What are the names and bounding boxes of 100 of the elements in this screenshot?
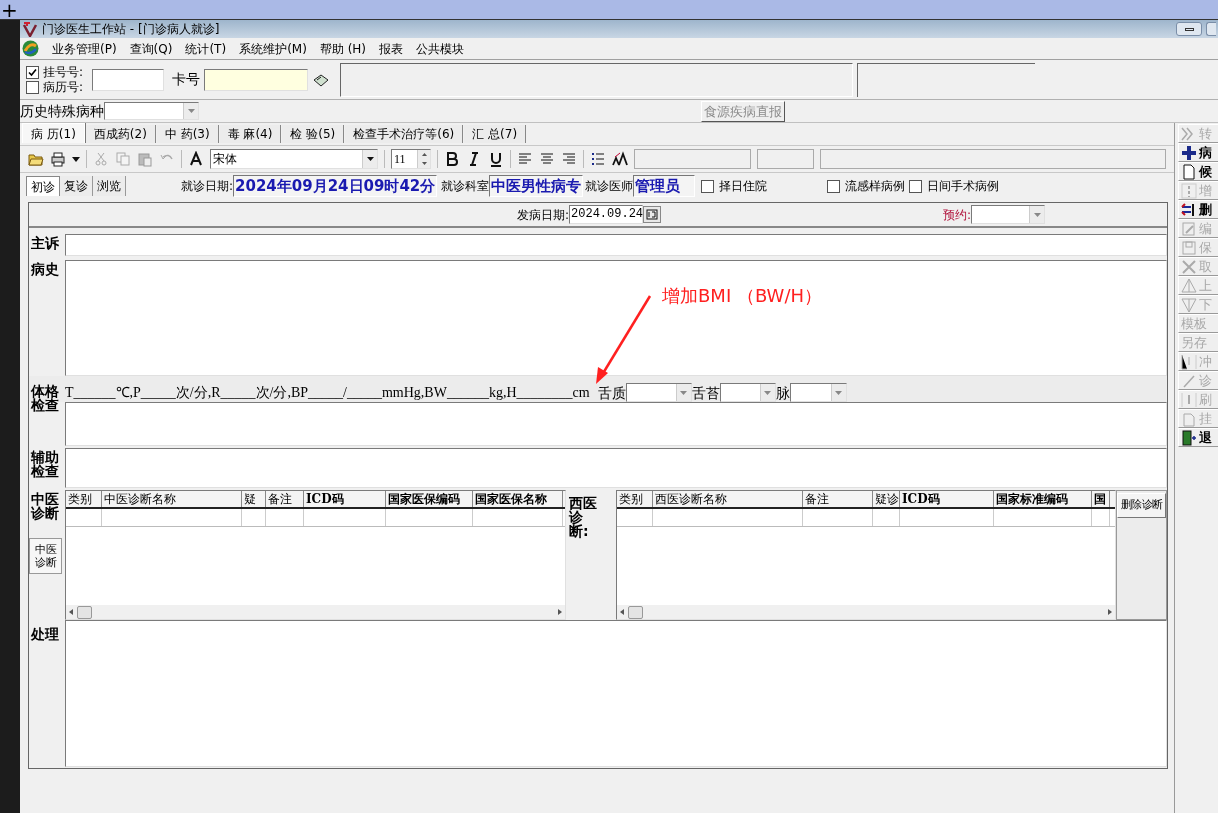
checkbox[interactable] [827, 179, 841, 193]
tab[interactable]: 中 药(3) [156, 125, 219, 143]
tab[interactable]: 西成药(2) [85, 125, 156, 143]
checkbox[interactable] [26, 80, 39, 94]
field-label: 体格检查 [31, 384, 60, 412]
id-input-field[interactable] [92, 68, 164, 91]
menu-item[interactable]: 查询(Q) [129, 39, 173, 58]
menu-item[interactable]: 系统维护(M) [239, 39, 307, 58]
open-folder-icon[interactable] [28, 151, 44, 167]
tab[interactable]: 毒 麻(4) [219, 125, 282, 143]
column-header[interactable]: ICD码 [900, 491, 994, 507]
visit-tab[interactable]: 初诊 [26, 176, 60, 196]
side-toolbar-button[interactable]: 删 [1178, 200, 1218, 219]
dropdown-arrow-icon [187, 109, 195, 113]
field-label: 脉 [775, 384, 790, 402]
bullet-list-icon[interactable] [590, 151, 606, 167]
visit-tab[interactable]: 浏览 [93, 176, 126, 196]
checkbox[interactable] [909, 179, 923, 193]
side-toolbar-button[interactable]: 候 [1178, 162, 1218, 181]
field-label: 处理 [31, 626, 59, 642]
field-label: 就诊医师 [585, 178, 634, 195]
tongue-dropdown[interactable] [719, 383, 776, 402]
column-header[interactable]: 中医诊断名称 [102, 491, 242, 507]
horizontal-scrollbar[interactable] [617, 605, 1115, 619]
scroll-left-icon[interactable] [620, 609, 624, 615]
tab[interactable]: 汇 总(7) [464, 125, 527, 143]
dropdown-arrow-icon [835, 390, 843, 395]
column-header[interactable]: 国家标准编码 [994, 491, 1092, 507]
doctor-field[interactable]: 管理员 [633, 175, 696, 197]
checkbox[interactable] [701, 179, 715, 193]
delete-diagnosis-button[interactable]: 删除诊断 [1117, 492, 1166, 518]
underline-icon[interactable] [488, 151, 504, 167]
font-size-spinner[interactable]: 11 [391, 149, 431, 169]
column-header[interactable]: 西医诊断名称 [653, 491, 803, 507]
tongue-dropdown[interactable] [789, 383, 847, 402]
complaint-input-field[interactable] [65, 234, 1167, 256]
side-toolbar-button[interactable]: 病 [1178, 143, 1218, 162]
align-left-icon[interactable] [517, 151, 533, 167]
toolbar-icon [1181, 429, 1197, 446]
tab[interactable]: 病 历(1) [22, 123, 85, 143]
font-dropdown[interactable]: 宋体 [210, 149, 378, 169]
dropdown-arrow-icon [366, 157, 374, 161]
column-header[interactable]: 国 [1092, 491, 1110, 507]
scroll-thumb[interactable] [628, 605, 643, 619]
horizontal-scrollbar[interactable] [66, 605, 565, 619]
auxiliary-text-area[interactable] [65, 448, 1167, 488]
column-header[interactable]: 类别 [66, 491, 102, 507]
logo-icon [22, 40, 39, 57]
toolbar-icon [1181, 296, 1197, 313]
department-field[interactable]: 中医男性病专 [489, 175, 584, 197]
text-size-icon[interactable] [612, 151, 628, 167]
exam-text-area[interactable] [65, 402, 1167, 446]
side-toolbar-button[interactable]: 退 [1178, 428, 1218, 447]
toolbar-icon [1181, 163, 1197, 180]
field-label: 辅助检查 [31, 450, 60, 478]
printer-icon[interactable] [50, 151, 66, 167]
tongue-dropdown[interactable] [625, 383, 692, 402]
minimize-button[interactable] [1176, 22, 1202, 36]
font-icon[interactable] [188, 151, 204, 167]
restore-button[interactable] [1206, 22, 1216, 36]
column-header[interactable]: 国家医保名称 [473, 491, 563, 507]
tab[interactable]: 检查手术治疗等(6) [345, 125, 464, 143]
menu-item[interactable]: 统计(T) [185, 39, 227, 58]
app-logo-icon [22, 21, 38, 37]
column-header[interactable]: 疑 [242, 491, 266, 507]
onset-date-field[interactable]: 2024.09.24 [569, 205, 644, 224]
visit-date-field[interactable]: 2024年09月24日09时42分 [233, 175, 438, 197]
calendar-icon[interactable] [643, 206, 662, 223]
menu-item[interactable]: 帮助 (H) [319, 39, 367, 58]
plus-glyph[interactable]: + [1, 0, 18, 20]
toolbar-icon [1181, 277, 1197, 294]
checkbox-label: 挂号号: [43, 65, 84, 79]
card-input-field[interactable] [204, 68, 308, 91]
tab[interactable]: 检 验(5) [282, 125, 345, 143]
scroll-left-icon[interactable] [69, 609, 73, 615]
column-header[interactable]: 类别 [617, 491, 653, 507]
checkbox[interactable] [26, 65, 39, 79]
appointment-dropdown[interactable] [971, 205, 1046, 224]
align-right-icon[interactable] [561, 151, 577, 167]
checkbox-label: 病历号: [43, 80, 84, 94]
bold-icon[interactable] [444, 151, 460, 167]
menu-item[interactable]: 报表 [379, 39, 404, 58]
window-title: 门诊医生工作站 - [门诊病人就诊] [42, 23, 221, 35]
scroll-right-icon[interactable] [558, 609, 562, 615]
column-header[interactable]: 备注 [803, 491, 873, 507]
visit-tab[interactable]: 复诊 [60, 176, 93, 196]
column-header[interactable]: 备注 [266, 491, 304, 507]
disease-dropdown[interactable] [104, 102, 199, 120]
column-header[interactable]: ICD码 [304, 491, 386, 507]
menu-item[interactable]: 业务管理(P) [52, 39, 117, 58]
column-header[interactable]: 国家医保编码 [386, 491, 473, 507]
scroll-right-icon[interactable] [1108, 609, 1112, 615]
align-center-icon[interactable] [539, 151, 555, 167]
side-tab[interactable]: 中医诊断 [29, 538, 62, 574]
dropdown-arrow-icon[interactable] [72, 156, 80, 162]
checkbox-label: 日间手术病例 [927, 178, 1000, 195]
column-header[interactable]: 疑诊 [873, 491, 900, 507]
menu-item[interactable]: 公共模块 [416, 39, 465, 58]
scroll-thumb[interactable] [77, 605, 92, 619]
dropdown-arrow-icon [680, 390, 688, 395]
